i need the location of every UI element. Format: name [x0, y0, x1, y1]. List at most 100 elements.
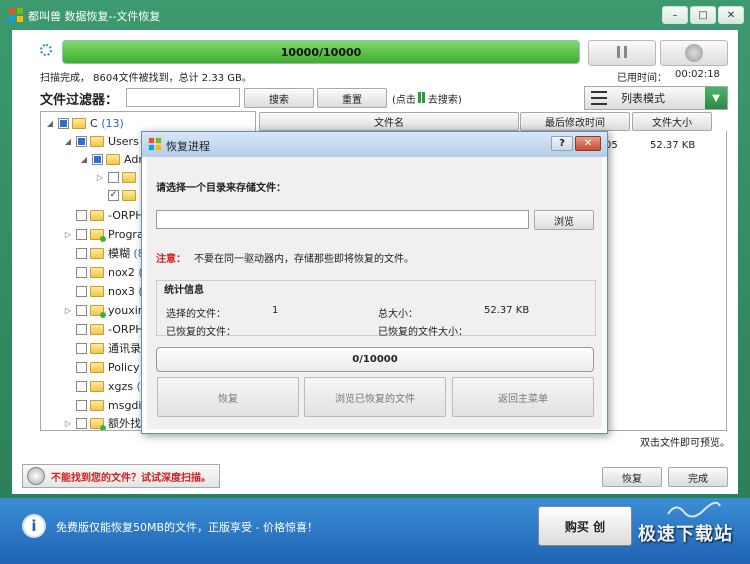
tree-item[interactable]: ▷ Progra — [63, 225, 144, 243]
column-header-modified[interactable]: 最后修改时间 — [520, 112, 630, 131]
tree-checkbox[interactable] — [76, 361, 87, 373]
collapse-arrow-icon[interactable]: ◢ — [45, 119, 55, 128]
tree-checkbox[interactable] — [76, 380, 87, 392]
tree-checkbox[interactable] — [76, 209, 87, 221]
tree-item-count: (13) — [101, 116, 124, 130]
folder-icon — [90, 417, 106, 430]
tree-checkbox[interactable] — [92, 153, 103, 165]
tree-checkbox[interactable] — [108, 171, 119, 183]
title-bar[interactable]: 都叫兽 数据恢复--文件恢复 – □ ✕ — [0, 0, 750, 30]
tree-item[interactable]: ▷ youxin — [63, 301, 145, 319]
tree-item[interactable]: Policy ( — [63, 358, 147, 376]
list-view-icon — [591, 91, 607, 105]
tree-item[interactable]: 模糊 (8 — [63, 244, 145, 262]
recovery-progress-text: 0/10000 — [352, 354, 398, 365]
tree-checkbox[interactable] — [58, 117, 69, 129]
expand-arrow-icon[interactable]: ▷ — [63, 230, 73, 239]
tree-checkbox[interactable] — [76, 247, 87, 259]
stop-icon — [685, 44, 703, 62]
collapse-arrow-icon[interactable]: ◢ — [63, 137, 73, 146]
chevron-down-icon[interactable]: ▼ — [705, 87, 727, 109]
tree-item[interactable]: ▷ 额外找到 — [63, 414, 152, 430]
info-icon: i — [22, 514, 46, 538]
note-text: 不要在同一驱动器内，存储那些即将恢复的文件。 — [194, 254, 414, 265]
finish-button[interactable]: 完成 — [668, 467, 728, 487]
tree-item-label: Progra — [108, 227, 144, 241]
return-main-menu-button[interactable]: 返回主菜单 — [452, 377, 594, 417]
tree-item[interactable]: ✓ — [95, 186, 140, 204]
tree-checkbox[interactable] — [76, 228, 87, 240]
tree-checkbox[interactable] — [76, 399, 87, 411]
dialog-recover-button[interactable]: 恢复 — [157, 377, 299, 417]
tree-item[interactable]: 通讯录 — [63, 339, 141, 357]
help-button[interactable]: ? — [551, 136, 573, 151]
expand-arrow-icon[interactable]: ▷ — [95, 173, 105, 182]
browse-button[interactable]: 浏览 — [534, 210, 594, 230]
tree-checkbox[interactable] — [76, 285, 87, 297]
tree-item-label: Policy — [108, 360, 140, 374]
view-mode-dropdown[interactable]: 列表模式 ▼ — [584, 86, 728, 110]
tree-checkbox[interactable] — [76, 417, 87, 429]
folder-icon — [90, 228, 106, 242]
folder-icon — [106, 153, 120, 165]
browse-recovered-button[interactable]: 浏览已恢复的文件 — [304, 377, 446, 417]
tree-item[interactable]: xgzs (3 — [63, 377, 148, 395]
folder-icon — [90, 135, 104, 147]
save-path-input[interactable] — [156, 210, 529, 229]
expand-arrow-icon[interactable]: ▷ — [63, 419, 73, 428]
dialog-title: 恢复进程 — [166, 140, 210, 153]
tree-item[interactable]: ▷ — [95, 168, 140, 186]
scan-progress-text: 10000/10000 — [280, 45, 362, 59]
tree-checkbox-checked[interactable]: ✓ — [108, 189, 119, 201]
folder-icon — [90, 285, 104, 297]
watermark-logo-icon — [667, 501, 721, 518]
tree-item-label: nox3 — [108, 284, 135, 298]
close-button[interactable]: ✕ — [718, 6, 744, 24]
view-mode-label: 列表模式 — [621, 92, 665, 105]
tree-item[interactable]: ◢ C (13) — [45, 114, 124, 132]
tree-item[interactable]: ◢ Adr — [79, 150, 143, 168]
total-size-label: 总大小： — [378, 309, 418, 320]
preview-hint: 双击文件即可预览。 — [640, 438, 730, 449]
tree-checkbox[interactable] — [76, 304, 87, 316]
reset-button[interactable]: 重置 — [317, 88, 387, 108]
buy-button[interactable]: 购买 创 — [538, 506, 632, 546]
watermark-text: 极速下载站 — [638, 524, 733, 545]
tree-item[interactable]: -ORPH — [63, 320, 143, 338]
tree-checkbox[interactable] — [76, 342, 87, 354]
recovery-progress-bar: 0/10000 — [156, 347, 594, 372]
dialog-title-bar[interactable]: 恢复进程 ? ✕ — [142, 132, 607, 157]
tree-item[interactable]: nox3 ( — [63, 282, 143, 300]
maximize-button[interactable]: □ — [690, 6, 716, 24]
tree-checkbox[interactable] — [76, 135, 87, 147]
recovered-files-label: 已恢复的文件： — [166, 327, 236, 338]
deep-scan-button[interactable]: 不能找到您的文件？试试深度扫描。 — [22, 464, 220, 488]
search-button[interactable]: 搜索 — [244, 88, 314, 108]
recover-button[interactable]: 恢复 — [602, 467, 662, 487]
pause-button[interactable] — [588, 40, 656, 66]
dialog-close-button[interactable]: ✕ — [575, 136, 601, 151]
tree-item[interactable]: -ORPH — [63, 206, 143, 224]
tree-checkbox[interactable] — [76, 266, 87, 278]
tree-checkbox[interactable] — [76, 323, 87, 335]
expand-arrow-icon[interactable]: ▷ — [63, 306, 73, 315]
minimize-button[interactable]: – — [662, 6, 688, 24]
tree-item-label: -ORPH — [108, 322, 144, 336]
column-header-name[interactable]: 文件名 — [259, 112, 519, 131]
dialog-prompt: 请选择一个目录来存储文件： — [156, 183, 286, 194]
tree-item[interactable]: nox2 ( — [63, 263, 143, 281]
stop-button[interactable] — [660, 40, 728, 66]
footer-promo-text: 免费版仅能恢复50MB的文件，正版享受 - 价格惊喜！ — [56, 521, 318, 534]
total-size-value: 52.37 KB — [484, 305, 530, 316]
filter-input[interactable] — [126, 88, 240, 107]
tree-item[interactable]: msgdir — [63, 396, 146, 414]
file-row-size[interactable]: 52.37 KB — [650, 140, 695, 151]
pause-small-icon — [417, 91, 426, 106]
folder-icon — [90, 380, 104, 392]
folder-icon — [90, 399, 104, 411]
tree-item[interactable]: ◢ Users — [63, 132, 139, 150]
folder-icon — [90, 304, 106, 318]
column-header-size[interactable]: 文件大小 — [632, 112, 712, 131]
collapse-arrow-icon[interactable]: ◢ — [79, 155, 89, 164]
folder-icon — [90, 342, 104, 354]
